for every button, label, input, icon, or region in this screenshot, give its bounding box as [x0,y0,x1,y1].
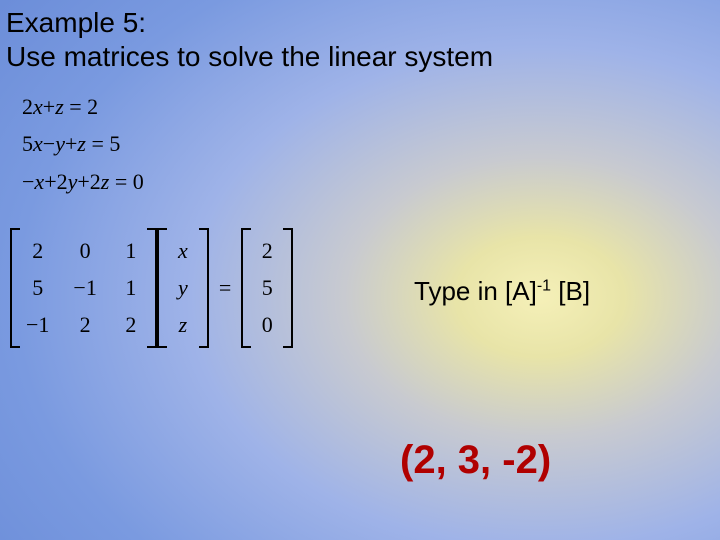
title-line-2: Use matrices to solve the linear system [6,40,493,74]
a-r1c1: −1 [73,275,96,301]
eq2-op2: + [65,131,77,156]
vector-b-grid: 2 5 0 [251,228,283,348]
eq1-var2: z [55,94,64,119]
eq3-var2: y [68,169,78,194]
a-r0c0: 2 [28,238,48,264]
matrix-a: 2 0 1 5 −1 1 −1 2 2 [10,228,157,348]
a-r2c0: −1 [26,312,49,338]
equation-1: 2x+z = 2 [22,88,144,125]
bracket-left-icon [157,228,167,348]
x-r1: y [173,275,193,301]
eq1-coef1: 2 [22,94,33,119]
eq1-rhs: 2 [87,94,98,119]
eq2-var1: x [33,131,43,156]
eq2-rhs: 5 [109,131,120,156]
eq3-coef2: 2 [57,169,68,194]
b-r2: 0 [257,312,277,338]
vector-x-grid: x y z [167,228,199,348]
matrix-a-grid: 2 0 1 5 −1 1 −1 2 2 [20,228,147,348]
a-r0c1: 0 [75,238,95,264]
a-r0c2: 1 [121,238,141,264]
eq2-eq: = [91,131,103,156]
title-line-1: Example 5: [6,6,493,40]
a-r2c1: 2 [75,312,95,338]
eq3-neg: − [22,169,34,194]
x-r0: x [173,238,193,264]
hint-prefix: Type in [A] [414,276,537,306]
system-equations: 2x+z = 2 5x−y+z = 5 −x+2y+2z = 0 [22,88,144,200]
x-r2: z [173,312,193,338]
hint-suffix: [B] [551,276,590,306]
eq3-var3: z [101,169,110,194]
bracket-right-icon [283,228,293,348]
equation-2: 5x−y+z = 5 [22,125,144,162]
slide-title: Example 5: Use matrices to solve the lin… [6,6,493,73]
eq3-op2: + [77,169,89,194]
bracket-left-icon [10,228,20,348]
eq1-op1: + [43,94,55,119]
eq3-var1: x [34,169,44,194]
solution-tuple: (2, 3, -2) [400,438,551,483]
b-r1: 5 [257,275,277,301]
eq2-coef1: 5 [22,131,33,156]
bracket-left-icon [241,228,251,348]
eq2-op1: − [43,131,55,156]
a-r2c2: 2 [121,312,141,338]
vector-b: 2 5 0 [241,228,293,348]
eq3-rhs: 0 [133,169,144,194]
equation-3: −x+2y+2z = 0 [22,163,144,200]
eq3-coef3: 2 [90,169,101,194]
bracket-right-icon [199,228,209,348]
equals-sign: = [209,275,241,301]
eq3-eq: = [115,169,127,194]
b-r0: 2 [257,238,277,264]
eq2-var2: y [55,131,65,156]
matrix-equation: 2 0 1 5 −1 1 −1 2 2 x y z = 2 5 0 [10,228,293,348]
eq1-var1: x [33,94,43,119]
hint-text: Type in [A]-1 [B] [414,276,590,307]
a-r1c0: 5 [28,275,48,301]
bracket-right-icon [147,228,157,348]
vector-x: x y z [157,228,209,348]
eq3-op1: + [44,169,56,194]
hint-exponent: -1 [537,277,551,294]
a-r1c2: 1 [121,275,141,301]
eq2-var3: z [77,131,86,156]
eq1-eq: = [69,94,81,119]
